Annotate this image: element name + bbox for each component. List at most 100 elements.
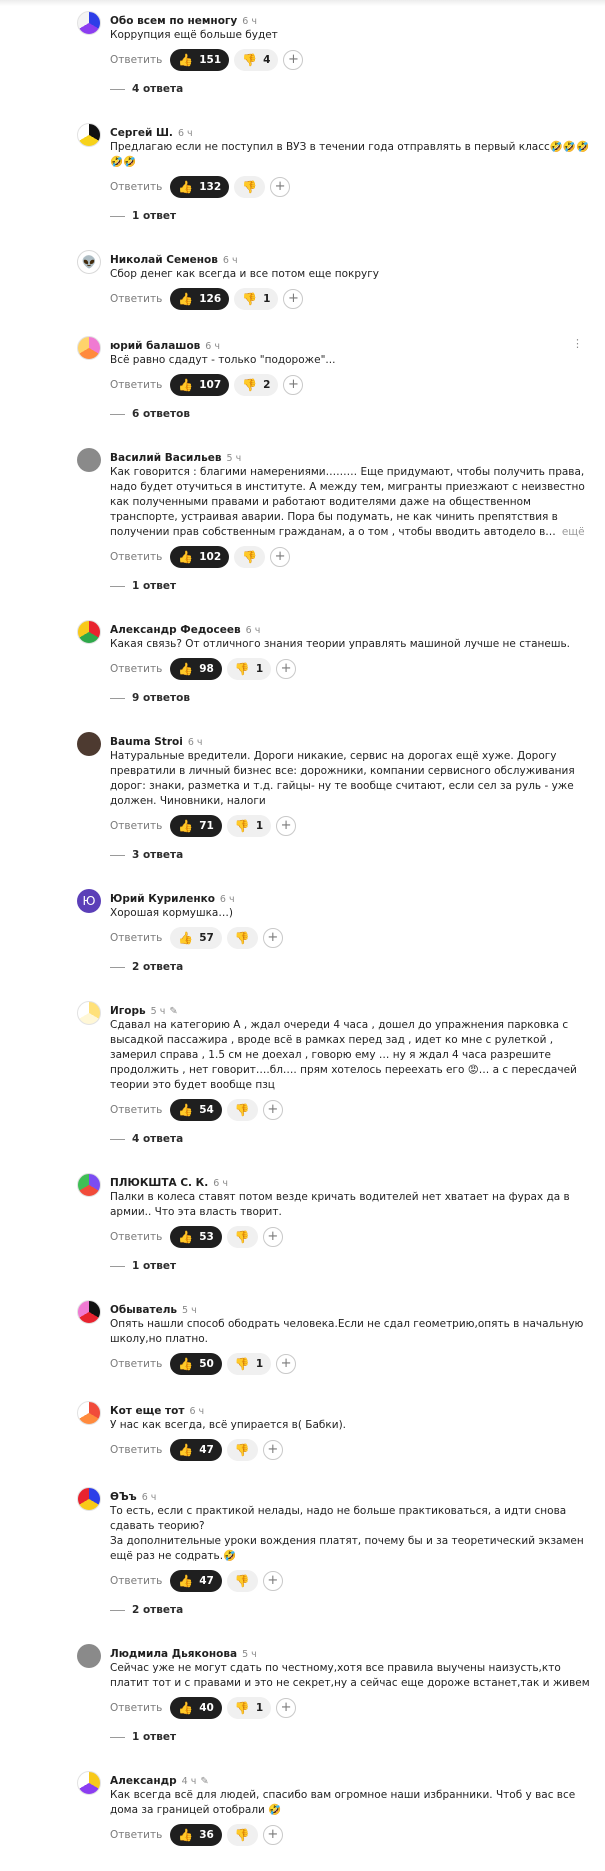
replies-toggle[interactable]: 1 ответ <box>110 577 591 595</box>
like-button[interactable]: 👍 102 <box>170 546 230 568</box>
replies-toggle[interactable]: 1 ответ <box>110 1728 591 1746</box>
avatar[interactable]: Ю <box>77 889 101 913</box>
add-reaction-button[interactable]: + <box>262 1440 283 1460</box>
reply-button[interactable]: Ответить <box>110 1575 162 1587</box>
reply-button[interactable]: Ответить <box>110 293 162 305</box>
avatar[interactable] <box>77 448 101 472</box>
avatar[interactable] <box>77 1644 101 1668</box>
avatar[interactable] <box>77 620 101 644</box>
dislike-button[interactable]: 👎 1 <box>226 1697 272 1719</box>
like-button[interactable]: 👍 50 <box>170 1353 222 1375</box>
author-name[interactable]: Александр Федосеев <box>110 624 241 636</box>
like-button[interactable]: 👍 57 <box>170 927 222 949</box>
replies-toggle[interactable]: 2 ответа <box>110 958 591 976</box>
reply-button[interactable]: Ответить <box>110 54 162 66</box>
author-name[interactable]: Обыватель <box>110 1304 177 1316</box>
like-button[interactable]: 👍 47 <box>170 1570 222 1592</box>
avatar[interactable] <box>77 1300 101 1324</box>
like-button[interactable]: 👍 151 <box>170 49 230 71</box>
dislike-button[interactable]: 👎 <box>226 1439 258 1461</box>
like-button[interactable]: 👍 126 <box>170 288 230 310</box>
dislike-button[interactable]: 👎 <box>226 1570 258 1592</box>
author-name[interactable]: Сергей Ш. <box>110 127 173 139</box>
avatar[interactable] <box>77 336 101 360</box>
like-button[interactable]: 👍 53 <box>170 1226 222 1248</box>
avatar[interactable]: 👽 <box>77 250 101 274</box>
author-name[interactable]: ӨЪъ <box>110 1491 137 1503</box>
replies-toggle[interactable]: 6 ответов <box>110 405 591 423</box>
add-reaction-button[interactable]: + <box>262 1571 283 1591</box>
add-reaction-button[interactable]: + <box>276 659 297 679</box>
reply-button[interactable]: Ответить <box>110 1702 162 1714</box>
more-vertical-icon[interactable]: ⋮ <box>572 335 583 352</box>
avatar[interactable] <box>77 1487 101 1511</box>
add-reaction-button[interactable]: + <box>270 177 291 197</box>
dislike-button[interactable]: 👎 <box>226 1226 258 1248</box>
dislike-button[interactable]: 👎 <box>226 1099 258 1121</box>
dislike-button[interactable]: 👎 <box>234 546 266 568</box>
author-name[interactable]: Людмила Дьяконова <box>110 1648 237 1660</box>
author-name[interactable]: Кот еще тот <box>110 1405 184 1417</box>
reply-button[interactable]: Ответить <box>110 551 162 563</box>
reply-button[interactable]: Ответить <box>110 1829 162 1841</box>
avatar[interactable] <box>77 123 101 147</box>
dislike-button[interactable]: 👎 2 <box>234 374 279 396</box>
author-name[interactable]: Николай Семенов <box>110 254 218 266</box>
replies-toggle[interactable]: 1 ответ <box>110 207 591 225</box>
replies-toggle[interactable]: 9 ответов <box>110 689 591 707</box>
add-reaction-button[interactable]: + <box>283 289 304 309</box>
reply-button[interactable]: Ответить <box>110 181 162 193</box>
like-button[interactable]: 👍 107 <box>170 374 230 396</box>
add-reaction-button[interactable]: + <box>262 928 283 948</box>
dislike-button[interactable]: 👎 <box>226 1824 258 1846</box>
reply-button[interactable]: Ответить <box>110 663 162 675</box>
reply-button[interactable]: Ответить <box>110 1231 162 1243</box>
add-reaction-button[interactable]: + <box>262 1100 283 1120</box>
author-name[interactable]: Bauma Stroi <box>110 736 183 748</box>
like-button[interactable]: 👍 71 <box>170 815 222 837</box>
avatar[interactable] <box>77 11 101 35</box>
reply-button[interactable]: Ответить <box>110 820 162 832</box>
add-reaction-button[interactable]: + <box>276 1354 297 1374</box>
author-name[interactable]: Василий Васильев <box>110 452 222 464</box>
replies-toggle[interactable]: 4 ответа <box>110 1130 591 1148</box>
like-button[interactable]: 👍 40 <box>170 1697 222 1719</box>
author-name[interactable]: ПЛЮКШТА С. К. <box>110 1177 208 1189</box>
reply-button[interactable]: Ответить <box>110 1444 162 1456</box>
author-name[interactable]: юрий балашов <box>110 340 200 352</box>
replies-toggle[interactable]: 1 ответ <box>110 1257 591 1275</box>
replies-toggle[interactable]: 2 ответа <box>110 1601 591 1619</box>
reply-button[interactable]: Ответить <box>110 379 162 391</box>
add-reaction-button[interactable]: + <box>283 50 304 70</box>
like-button[interactable]: 👍 54 <box>170 1099 222 1121</box>
avatar[interactable] <box>77 1401 101 1425</box>
dislike-button[interactable]: 👎 4 <box>234 49 279 71</box>
like-button[interactable]: 👍 98 <box>170 658 222 680</box>
reply-button[interactable]: Ответить <box>110 1104 162 1116</box>
avatar[interactable] <box>77 732 101 756</box>
author-name[interactable]: Обо всем по немногу <box>110 15 237 27</box>
author-name[interactable]: Юрий Куриленко <box>110 893 215 905</box>
avatar[interactable] <box>77 1173 101 1197</box>
add-reaction-button[interactable]: + <box>262 1227 283 1247</box>
dislike-button[interactable]: 👎 1 <box>226 815 272 837</box>
add-reaction-button[interactable]: + <box>262 1825 283 1845</box>
author-name[interactable]: Игорь <box>110 1005 146 1017</box>
add-reaction-button[interactable]: + <box>276 1698 297 1718</box>
like-button[interactable]: 👍 132 <box>170 176 230 198</box>
reply-button[interactable]: Ответить <box>110 1358 162 1370</box>
dislike-button[interactable]: 👎 1 <box>234 288 279 310</box>
dislike-button[interactable]: 👎 1 <box>226 658 272 680</box>
replies-toggle[interactable]: 3 ответа <box>110 846 591 864</box>
like-button[interactable]: 👍 47 <box>170 1439 222 1461</box>
author-name[interactable]: Александр <box>110 1775 177 1787</box>
dislike-button[interactable]: 👎 <box>234 176 266 198</box>
avatar[interactable] <box>77 1771 101 1795</box>
like-button[interactable]: 👍 36 <box>170 1824 222 1846</box>
avatar[interactable] <box>77 1001 101 1025</box>
add-reaction-button[interactable]: + <box>283 375 304 395</box>
dislike-button[interactable]: 👎 <box>226 927 258 949</box>
show-more-link[interactable]: ещё <box>562 526 585 538</box>
dislike-button[interactable]: 👎 1 <box>226 1353 272 1375</box>
replies-toggle[interactable]: 4 ответа <box>110 80 591 98</box>
